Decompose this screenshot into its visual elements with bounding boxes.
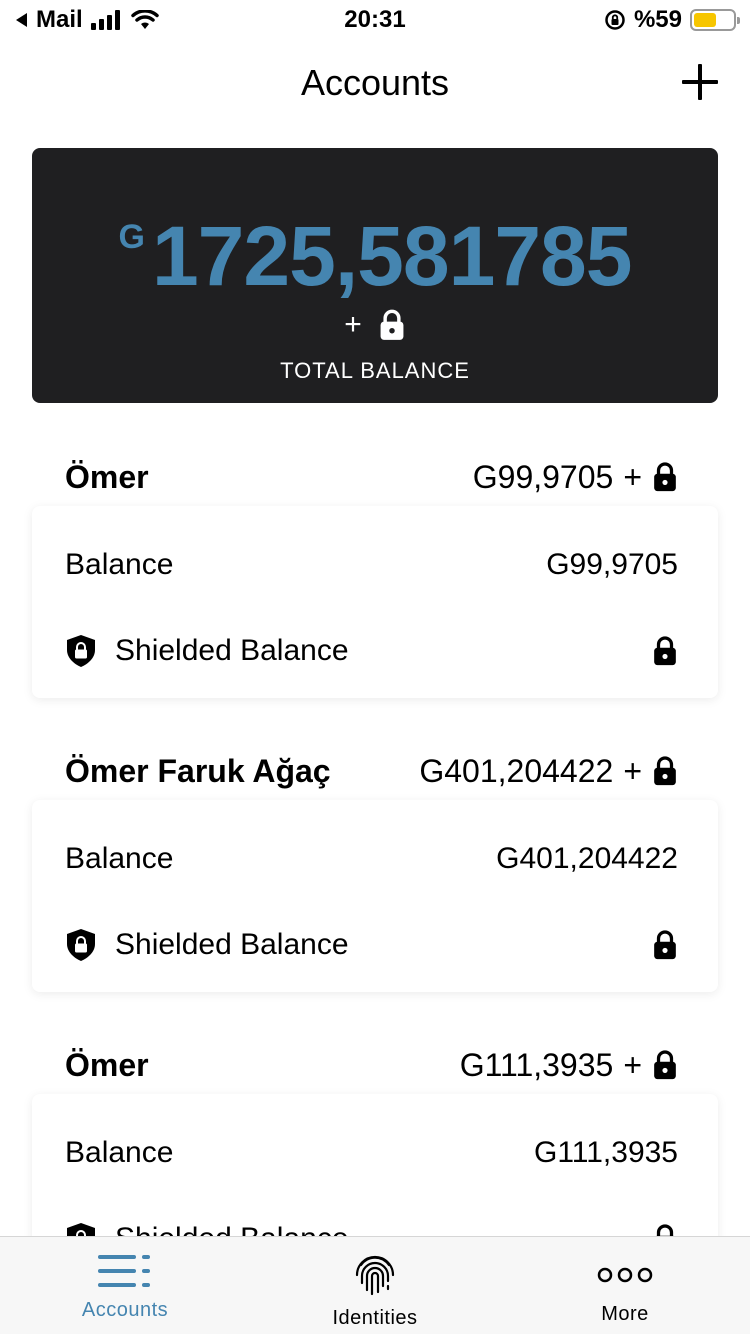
total-balance-card: G1725,581785 + TOTAL BALANCE [32, 148, 718, 403]
tab-bar: Accounts Identities More [0, 1236, 750, 1334]
account-header-total: G111,3935 + [460, 1047, 678, 1084]
shielded-balance-row: Shielded Balance [65, 928, 678, 962]
add-account-button[interactable] [682, 64, 718, 100]
balance-label: Balance [65, 1136, 174, 1169]
status-right: %59 [604, 6, 740, 34]
more-icon [597, 1267, 653, 1283]
account-card[interactable]: Balance G99,9705 Shielded Balance [32, 506, 718, 698]
rotation-lock-icon [605, 10, 625, 30]
lock-icon [654, 756, 676, 786]
lock-icon [654, 930, 676, 960]
shield-lock-icon [67, 1223, 95, 1236]
lock-icon [654, 1050, 676, 1080]
account-header[interactable]: Ömer Faruk Ağaç G401,204422 + [65, 746, 678, 796]
balance-value: G99,9705 [546, 548, 678, 581]
tab-label: Accounts [81, 1299, 169, 1321]
account-card[interactable]: Balance G111,3935 Shielded Balance [32, 1094, 718, 1236]
shielded-balance-row: Shielded Balance [65, 634, 678, 668]
list-icon [98, 1255, 150, 1287]
shielded-balance-label: Shielded Balance [115, 634, 349, 667]
balance-label: Balance [65, 548, 174, 581]
account-total-value: G111,3935 [459, 1046, 614, 1083]
tab-identities[interactable]: Identities [250, 1237, 500, 1334]
tab-label: Identities [332, 1307, 418, 1329]
balance-row: Balance G401,204422 [65, 842, 678, 876]
account-total-value: G401,204422 [419, 752, 614, 789]
total-balance-shielded: + [32, 308, 718, 342]
shielded-balance-label: Shielded Balance [115, 1222, 349, 1236]
balance-label: Balance [65, 842, 174, 875]
shield-lock-icon [67, 635, 95, 667]
balance-value: G401,204422 [496, 842, 678, 875]
account-plus: + [623, 1046, 642, 1083]
account-card[interactable]: Balance G401,204422 Shielded Balance [32, 800, 718, 992]
tab-label: More [601, 1303, 649, 1325]
account-name: Ömer [65, 458, 149, 495]
accounts-list[interactable]: G1725,581785 + TOTAL BALANCE Ömer G99,97… [0, 128, 750, 1236]
total-balance-label: TOTAL BALANCE [280, 358, 470, 383]
account-name: Ömer Faruk Ağaç [65, 752, 331, 789]
tab-accounts[interactable]: Accounts [0, 1237, 250, 1334]
account-header[interactable]: Ömer G99,9705 + [65, 452, 678, 502]
shielded-balance-row: Shielded Balance [65, 1222, 678, 1236]
account-header-total: G401,204422 + [419, 753, 678, 790]
balance-row: Balance G111,3935 [65, 1136, 678, 1170]
account-plus: + [623, 752, 642, 789]
lock-icon [380, 309, 404, 340]
total-currency-symbol: G [118, 218, 145, 256]
shield-lock-icon [67, 929, 95, 961]
tab-more[interactable]: More [500, 1237, 750, 1334]
balance-row: Balance G99,9705 [65, 548, 678, 582]
account-total-value: G99,9705 [472, 458, 614, 495]
battery-percent: %59 [633, 6, 682, 33]
lock-icon [654, 636, 676, 666]
battery-level [694, 13, 717, 27]
fingerprint-icon [355, 1255, 395, 1296]
lock-icon [654, 462, 676, 492]
total-plus: + [344, 308, 362, 341]
total-balance-amount: G1725,581785 [32, 208, 718, 305]
status-bar: Mail 20:31 %59 [0, 0, 750, 40]
total-balance-value: 1725,581785 [151, 209, 633, 303]
shielded-balance-label: Shielded Balance [115, 928, 349, 961]
battery-icon [690, 9, 740, 31]
account-header-total: G99,9705 + [473, 459, 678, 496]
account-plus: + [623, 458, 642, 495]
nav-bar: Accounts [0, 40, 750, 128]
page-title: Accounts [300, 62, 450, 103]
balance-value: G111,3935 [533, 1136, 678, 1169]
account-header[interactable]: Ömer G111,3935 + [65, 1040, 678, 1090]
account-name: Ömer [65, 1046, 149, 1083]
lock-icon [656, 1224, 674, 1236]
